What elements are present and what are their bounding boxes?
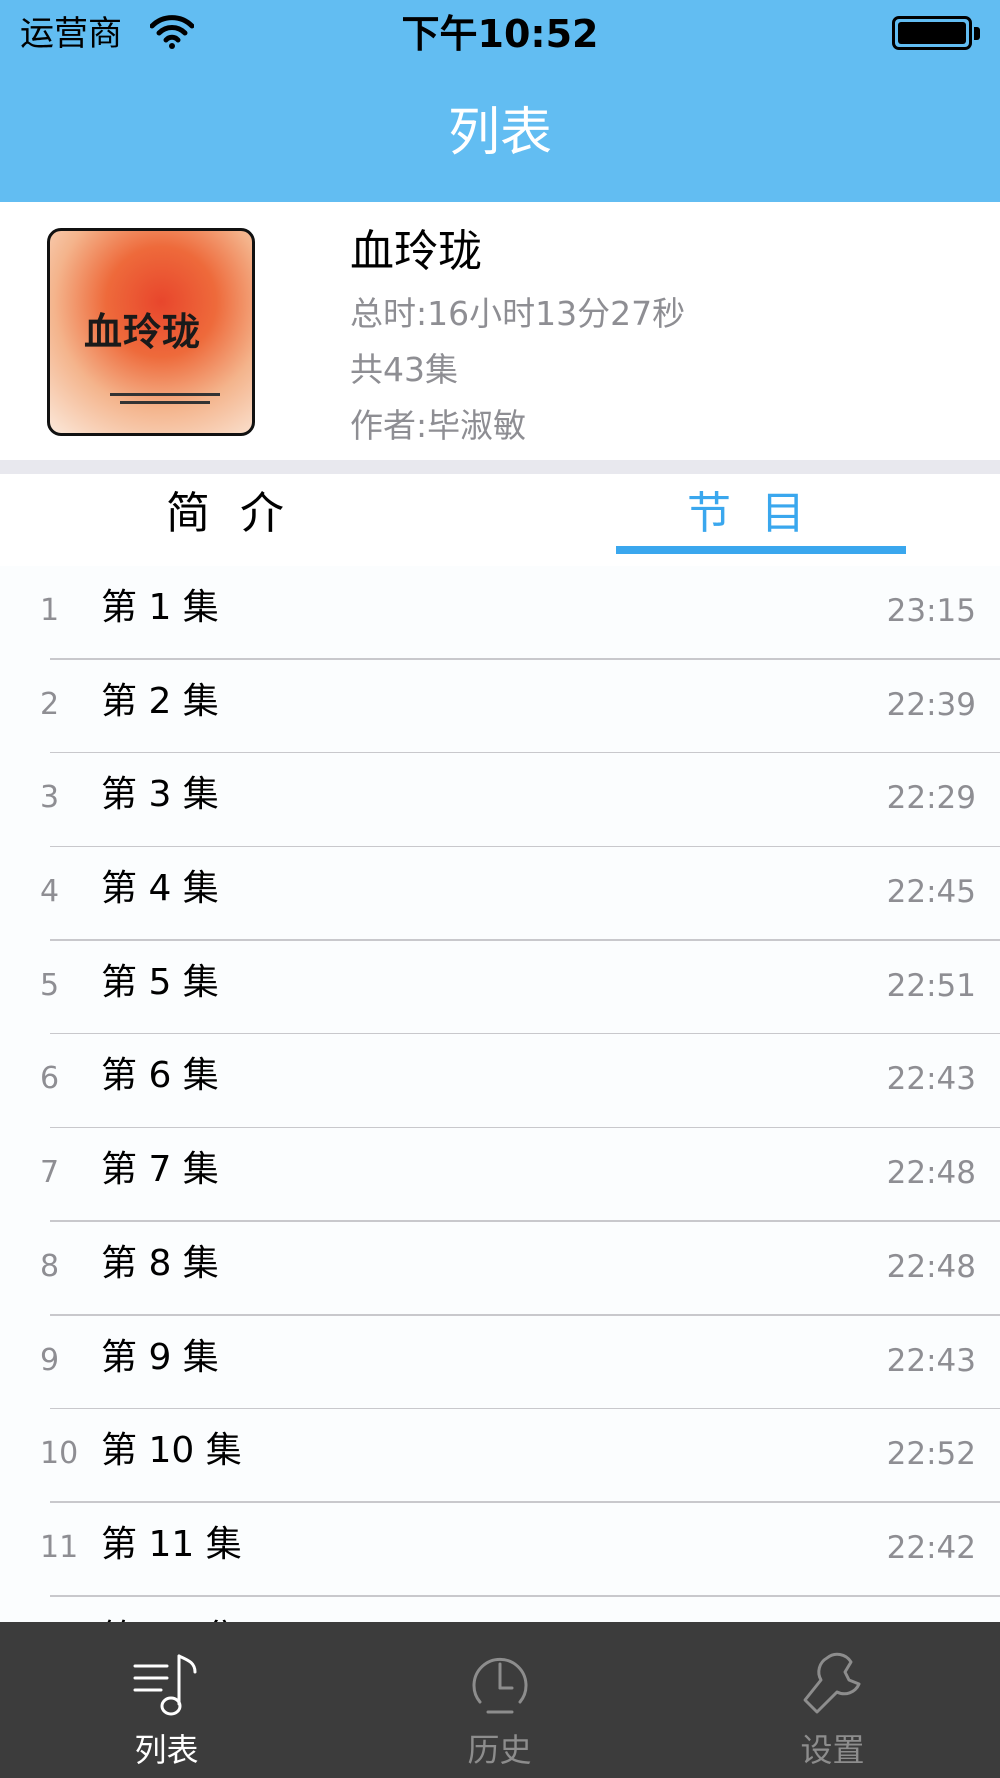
book-cover-image: 血玲珑 <box>47 228 255 436</box>
episode-title: 第 3 集 <box>101 774 219 816</box>
page-title: 列表 <box>447 103 552 163</box>
clock-icon <box>472 1657 528 1714</box>
episode-row[interactable]: 10 第 10 集 22:52 <box>0 1409 1000 1503</box>
episode-title: 第 10 集 <box>101 1430 242 1472</box>
book-header: 血玲珑 血玲珑 总时:16小时13分27秒 共43集 作者:毕淑敏 <box>0 202 1000 460</box>
episode-count: 共43集 <box>350 350 458 389</box>
episode-title: 第 7 集 <box>101 1149 219 1191</box>
episode-row[interactable]: 11 第 11 集 22:42 <box>0 1503 1000 1597</box>
tab-bar: 列表 历史 设置 <box>0 1622 1000 1778</box>
episode-title: 第 11 集 <box>101 1523 242 1565</box>
cover-decoration <box>110 393 220 404</box>
episode-duration: 23:15 <box>886 593 976 629</box>
cover-title-text: 血玲珑 <box>84 309 202 354</box>
episode-duration: 22:52 <box>886 1436 976 1473</box>
episode-number: 7 <box>40 1155 60 1191</box>
tabbar-label-list: 列表 <box>134 1731 199 1769</box>
episode-duration: 22:48 <box>886 1248 976 1285</box>
episode-number: 5 <box>40 967 60 1003</box>
tab-intro[interactable]: 简介 <box>130 484 350 544</box>
tab-episodes[interactable]: 节目 <box>616 484 906 544</box>
status-time: 下午10:52 <box>401 12 599 56</box>
episode-number: 3 <box>40 780 60 816</box>
episode-row[interactable]: 12第 12 集22:43 <box>0 1597 1000 1622</box>
episode-list[interactable]: 1 第 1 集 23:15 2 第 2 集 22:39 3 第 3 集 22:29 4 第 4 集 2… <box>0 566 1000 1622</box>
segment-tabs: 简介 节目 <box>0 474 1000 566</box>
episode-row[interactable]: 6 第 6 集 22:43 <box>0 1034 1000 1129</box>
episode-row[interactable]: 8 第 8 集 22:48 <box>0 1222 1000 1316</box>
tabbar-item-list[interactable]: 列表 <box>0 1622 333 1778</box>
tabbar-item-settings[interactable]: 设置 <box>666 1622 999 1778</box>
tabbar-item-history[interactable]: 历史 <box>333 1622 666 1778</box>
episode-row[interactable]: 2 第 2 集 22:39 <box>0 660 1000 754</box>
episode-row[interactable]: 7 第 7 集 22:48 <box>0 1128 1000 1222</box>
episode-number: 9 <box>40 1342 60 1378</box>
status-bar: 运营商 下午10:52 <box>0 0 1000 70</box>
episode-title: 第 6 集 <box>101 1055 219 1097</box>
episode-number: 6 <box>40 1061 60 1097</box>
tabbar-label-settings: 设置 <box>800 1731 865 1769</box>
episode-duration: 22:45 <box>886 874 976 911</box>
episode-number: 4 <box>40 874 60 910</box>
music-list-icon <box>133 1654 197 1716</box>
tabbar-label-history: 历史 <box>467 1731 532 1769</box>
episode-duration: 22:48 <box>886 1155 976 1192</box>
episode-title: 第 9 集 <box>101 1336 219 1378</box>
navigation-bar: 运营商 下午10:52 列表 <box>0 0 1000 202</box>
episode-row[interactable]: 9 第 9 集 22:43 <box>0 1316 1000 1410</box>
active-tab-indicator <box>616 546 906 554</box>
episode-number: 1 <box>40 593 60 628</box>
book-author: 作者:毕淑敏 <box>350 406 527 445</box>
episode-title: 第 1 集 <box>101 587 219 628</box>
episode-title: 第 12 集 <box>101 1613 242 1622</box>
episode-number: 8 <box>40 1248 60 1284</box>
episode-row[interactable]: 5 第 5 集 22:51 <box>0 941 1000 1035</box>
episode-duration: 22:51 <box>886 967 976 1004</box>
book-title: 血玲珑 <box>350 226 482 277</box>
episode-duration: 22:43 <box>886 1342 976 1379</box>
section-divider <box>0 460 1000 474</box>
episode-duration: 22:29 <box>886 780 976 817</box>
episode-duration: 22:43 <box>886 1061 976 1098</box>
episode-number: 2 <box>40 686 60 722</box>
total-duration: 总时:16小时13分27秒 <box>350 294 686 333</box>
episode-row[interactable]: 1 第 1 集 23:15 <box>0 566 1000 660</box>
episode-number: 10 <box>40 1436 79 1472</box>
episode-title: 第 8 集 <box>101 1242 219 1284</box>
episode-title: 第 5 集 <box>101 961 219 1003</box>
episode-title: 第 2 集 <box>101 680 219 722</box>
episode-number: 11 <box>40 1529 79 1565</box>
episode-duration: 22:42 <box>886 1529 976 1566</box>
battery-icon <box>892 16 980 52</box>
episode-duration: 22:39 <box>886 686 976 723</box>
wrench-icon <box>803 1652 861 1714</box>
episode-row[interactable]: 3 第 3 集 22:29 <box>0 753 1000 848</box>
episode-row[interactable]: 4 第 4 集 22:45 <box>0 847 1000 941</box>
episode-title: 第 4 集 <box>101 868 219 910</box>
